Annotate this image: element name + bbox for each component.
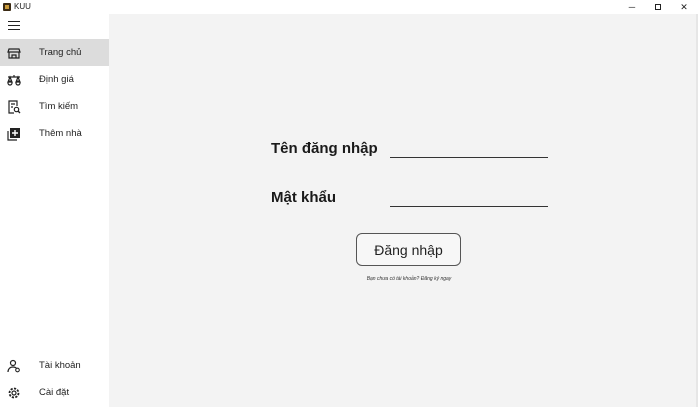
main-content: Tên đăng nhập Mật khẩu Đăng nhập Bạn chư… bbox=[109, 14, 698, 407]
scale-icon bbox=[7, 73, 21, 87]
minimize-button[interactable]: ─ bbox=[620, 0, 644, 14]
hamburger-menu-icon[interactable] bbox=[8, 21, 20, 31]
sidebar-item-add-house[interactable]: Thêm nhà bbox=[0, 120, 109, 147]
close-icon: ✕ bbox=[680, 2, 688, 12]
sidebar-item-label: Cài đặt bbox=[39, 387, 70, 398]
sidebar-item-account[interactable]: Tài khoản bbox=[0, 352, 109, 379]
login-button[interactable]: Đăng nhập bbox=[356, 233, 461, 266]
close-button[interactable]: ✕ bbox=[672, 0, 696, 14]
sidebar: Trang chủ Định giá Tìm kiếm Thêm nhà Tài… bbox=[0, 14, 109, 407]
sidebar-item-search[interactable]: Tìm kiếm bbox=[0, 93, 109, 120]
username-field[interactable] bbox=[390, 141, 548, 158]
username-label: Tên đăng nhập bbox=[271, 140, 378, 157]
store-icon bbox=[7, 46, 21, 60]
sidebar-item-label: Tài khoản bbox=[39, 360, 81, 371]
settings-icon bbox=[7, 386, 21, 400]
window-title: KUU bbox=[14, 2, 31, 11]
maximize-button[interactable] bbox=[646, 0, 670, 14]
search-doc-icon bbox=[7, 99, 21, 114]
account-icon bbox=[7, 359, 21, 373]
sidebar-item-home[interactable]: Trang chủ bbox=[0, 39, 109, 66]
sidebar-item-label: Tìm kiếm bbox=[39, 101, 79, 112]
sidebar-item-label: Định giá bbox=[39, 74, 74, 85]
sidebar-item-label: Trang chủ bbox=[39, 47, 82, 58]
password-field[interactable] bbox=[390, 190, 548, 207]
sidebar-item-valuation[interactable]: Định giá bbox=[0, 66, 109, 93]
password-label: Mật khẩu bbox=[271, 189, 337, 206]
minimize-icon: ─ bbox=[628, 2, 636, 12]
app-logo-icon bbox=[3, 3, 11, 11]
add-box-icon bbox=[7, 127, 21, 141]
title-bar: KUU ─ ✕ bbox=[0, 0, 698, 14]
signup-link[interactable]: Bạn chưa có tài khoản? Đăng ký ngay bbox=[309, 276, 509, 282]
maximize-icon bbox=[655, 4, 661, 10]
sidebar-item-label: Thêm nhà bbox=[39, 128, 82, 139]
sidebar-item-settings[interactable]: Cài đặt bbox=[0, 379, 109, 406]
